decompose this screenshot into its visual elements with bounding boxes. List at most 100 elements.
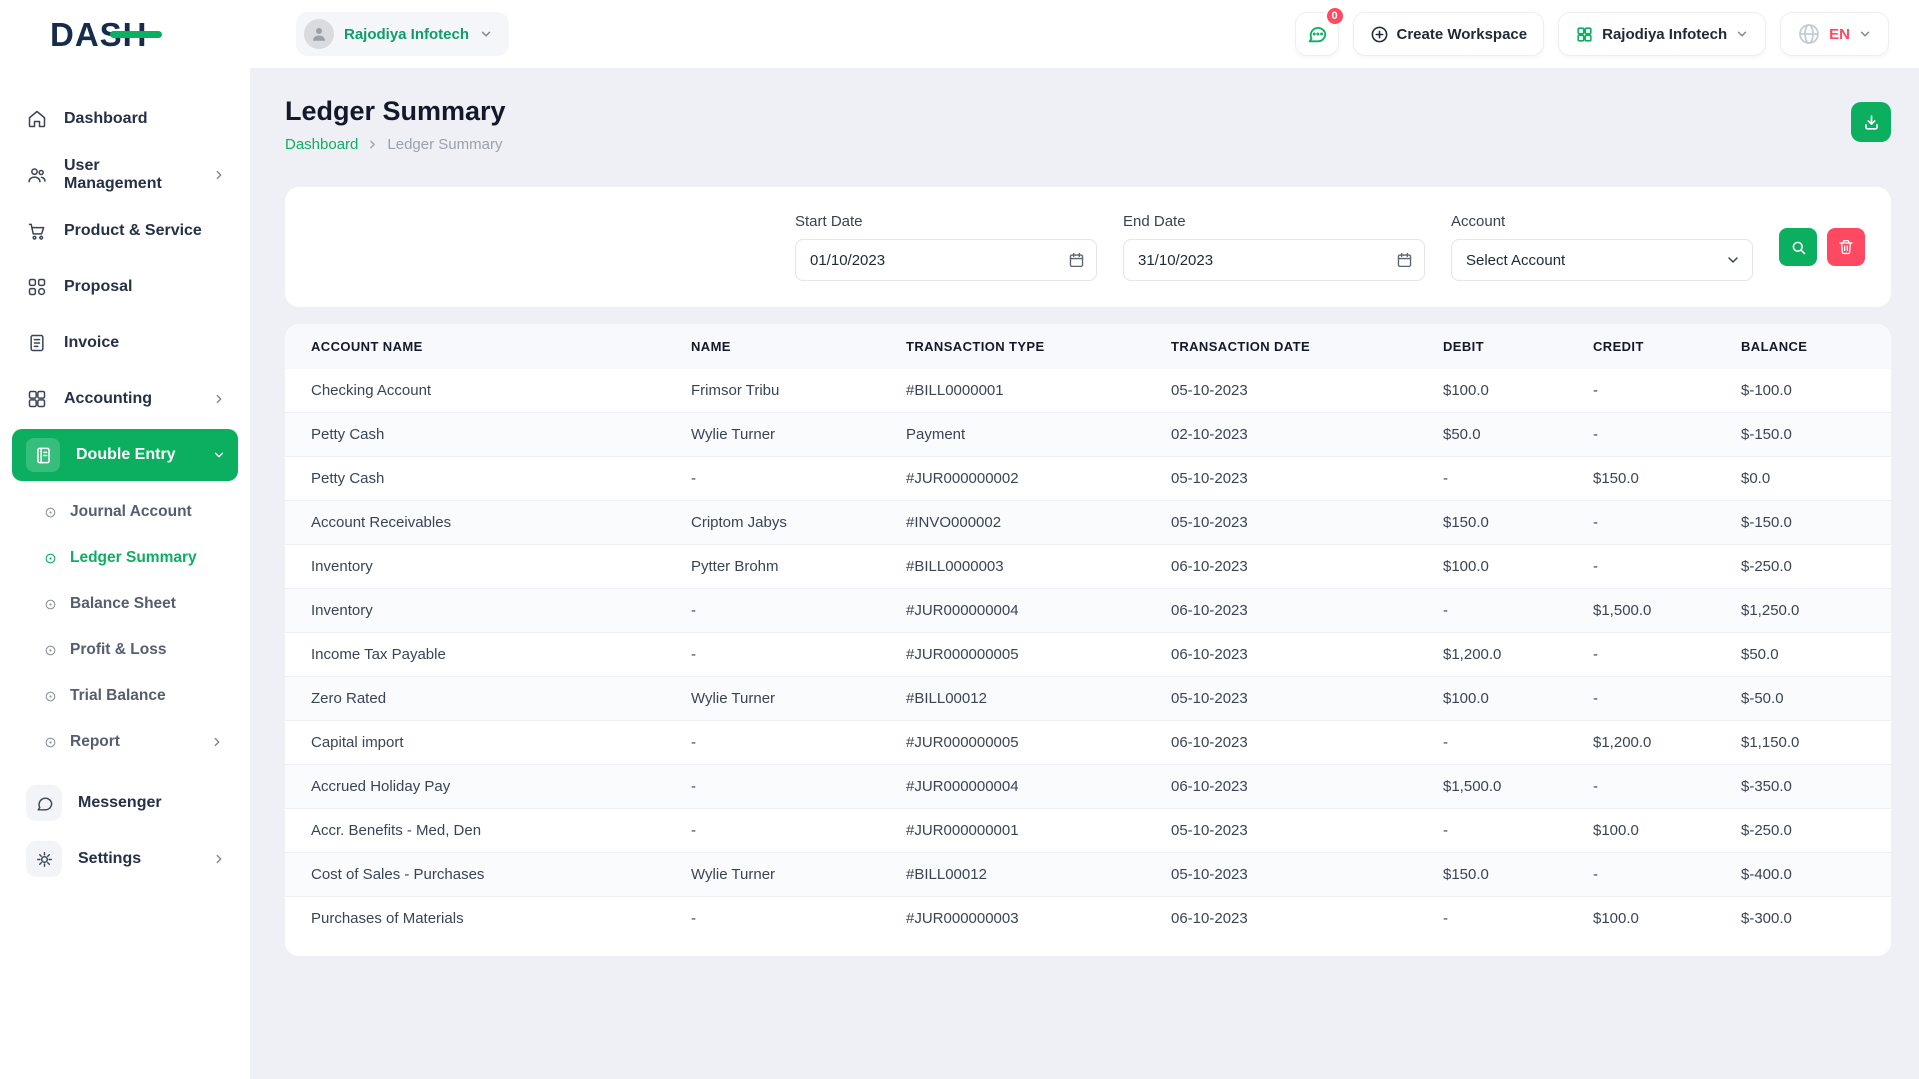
table-cell: $1,200.0 xyxy=(1577,721,1725,765)
table-cell: #JUR000000001 xyxy=(890,809,1155,853)
table-cell: $150.0 xyxy=(1427,853,1577,897)
sidebar-item-invoice[interactable]: Invoice xyxy=(12,317,238,369)
search-button[interactable] xyxy=(1779,228,1817,266)
breadcrumb-dashboard-link[interactable]: Dashboard xyxy=(285,136,358,153)
table-cell: $100.0 xyxy=(1427,677,1577,721)
table-cell: Account Receivables xyxy=(285,501,675,545)
bullet-circle-icon xyxy=(44,736,57,749)
table-cell: 06-10-2023 xyxy=(1155,633,1427,677)
table-cell: - xyxy=(1577,501,1725,545)
workspace-avatar xyxy=(304,19,334,49)
logo-wrap: DASH xyxy=(0,18,250,51)
dash-logo[interactable]: DASH xyxy=(50,18,148,51)
bullet-circle-icon xyxy=(44,506,57,519)
table-cell: - xyxy=(1577,677,1725,721)
table-cell: #BILL0000003 xyxy=(890,545,1155,589)
sidebar-subitem-profit-loss[interactable]: Profit & Loss xyxy=(12,627,238,673)
table-cell: - xyxy=(1577,545,1725,589)
ledger-table-head: ACCOUNT NAMENAMETRANSACTION TYPETRANSACT… xyxy=(285,324,1891,369)
chevron-down-icon xyxy=(212,448,226,462)
table-cell: #INVO000002 xyxy=(890,501,1155,545)
table-cell: 05-10-2023 xyxy=(1155,369,1427,413)
workspace-selector[interactable]: Rajodiya Infotech xyxy=(296,12,509,56)
sidebar-subitem-balance-sheet[interactable]: Balance Sheet xyxy=(12,581,238,627)
sidebar-subitem-trial-balance[interactable]: Trial Balance xyxy=(12,673,238,719)
table-row: Cost of Sales - PurchasesWylie Turner#BI… xyxy=(285,853,1891,897)
table-row: Purchases of Materials-#JUR00000000306-1… xyxy=(285,897,1891,941)
sidebar-item-settings[interactable]: Settings xyxy=(12,833,238,885)
sidebar-subitem-ledger-summary[interactable]: Ledger Summary xyxy=(12,535,238,581)
bullet-circle-icon xyxy=(44,552,57,565)
double-entry-submenu: Journal Account Ledger Summary Balance S… xyxy=(12,485,238,767)
start-date-input[interactable] xyxy=(795,239,1097,281)
table-cell: Cost of Sales - Purchases xyxy=(285,853,675,897)
language-label: EN xyxy=(1829,26,1850,43)
table-cell: $-300.0 xyxy=(1725,897,1891,941)
table-cell: $1,200.0 xyxy=(1427,633,1577,677)
language-selector[interactable]: EN xyxy=(1780,12,1889,56)
table-cell: $150.0 xyxy=(1427,501,1577,545)
chevron-right-icon xyxy=(212,168,226,182)
download-button[interactable] xyxy=(1851,102,1891,142)
start-date-label: Start Date xyxy=(795,213,1097,230)
table-cell: #JUR000000004 xyxy=(890,589,1155,633)
sidebar-item-label: Invoice xyxy=(64,334,119,352)
messenger-button[interactable]: 0 xyxy=(1295,12,1339,56)
table-cell: Pytter Brohm xyxy=(675,545,890,589)
table-row: Capital import-#JUR00000000506-10-2023-$… xyxy=(285,721,1891,765)
table-cell: $-250.0 xyxy=(1725,545,1891,589)
table-row: Account ReceivablesCriptom Jabys#INVO000… xyxy=(285,501,1891,545)
sidebar-item-label: Settings xyxy=(78,850,141,868)
sidebar-item-label: Dashboard xyxy=(64,110,148,128)
plus-circle-icon xyxy=(1370,25,1389,44)
ledger-table: ACCOUNT NAMENAMETRANSACTION TYPETRANSACT… xyxy=(285,324,1891,940)
table-cell: Income Tax Payable xyxy=(285,633,675,677)
filter-card: Start Date End Date Account Select A xyxy=(285,187,1891,307)
category-icon xyxy=(26,276,48,298)
table-cell: - xyxy=(1427,589,1577,633)
topbar: DASH Rajodiya Infotech 0 Create Works xyxy=(0,0,1919,68)
table-cell: #BILL00012 xyxy=(890,677,1155,721)
table-cell: $1,150.0 xyxy=(1725,721,1891,765)
account-select-value: Select Account xyxy=(1466,252,1565,269)
home-icon xyxy=(26,108,48,130)
trash-icon xyxy=(1838,239,1854,255)
chevron-down-icon xyxy=(1858,27,1872,41)
sidebar-item-product-service[interactable]: Product & Service xyxy=(12,205,238,257)
sidebar-subitem-report[interactable]: Report xyxy=(12,719,238,765)
sidebar-item-user-management[interactable]: User Management xyxy=(12,149,238,201)
table-cell: $-100.0 xyxy=(1725,369,1891,413)
table-cell: $-400.0 xyxy=(1725,853,1891,897)
table-cell: 05-10-2023 xyxy=(1155,853,1427,897)
main-content: Ledger Summary Dashboard Ledger Summary … xyxy=(250,68,1919,1079)
sidebar-item-proposal[interactable]: Proposal xyxy=(12,261,238,313)
sidebar-item-accounting[interactable]: Accounting xyxy=(12,373,238,425)
company-menu-button[interactable]: Rajodiya Infotech xyxy=(1558,12,1766,56)
create-workspace-button[interactable]: Create Workspace xyxy=(1353,12,1545,56)
sidebar-item-label: Double Entry xyxy=(76,446,176,464)
account-select[interactable]: Select Account xyxy=(1451,239,1753,281)
table-cell: 06-10-2023 xyxy=(1155,589,1427,633)
header-row: ACCOUNT NAMENAMETRANSACTION TYPETRANSACT… xyxy=(285,324,1891,369)
end-date-input[interactable] xyxy=(1123,239,1425,281)
table-cell: - xyxy=(675,765,890,809)
table-row: Income Tax Payable-#JUR00000000506-10-20… xyxy=(285,633,1891,677)
table-cell: #JUR000000005 xyxy=(890,721,1155,765)
table-cell: $100.0 xyxy=(1577,809,1725,853)
sidebar-item-messenger[interactable]: Messenger xyxy=(12,777,238,829)
sidebar-item-double-entry[interactable]: Double Entry xyxy=(12,429,238,481)
table-cell: Petty Cash xyxy=(285,457,675,501)
shopping-cart-icon xyxy=(26,220,48,242)
sidebar-subitem-journal-account[interactable]: Journal Account xyxy=(12,489,238,535)
table-cell: - xyxy=(1577,413,1725,457)
table-row: Inventory-#JUR00000000406-10-2023-$1,500… xyxy=(285,589,1891,633)
breadcrumb-current: Ledger Summary xyxy=(387,136,502,153)
table-cell: Wylie Turner xyxy=(675,677,890,721)
table-cell: - xyxy=(675,589,890,633)
sidebar-item-dashboard[interactable]: Dashboard xyxy=(12,93,238,145)
table-cell: Purchases of Materials xyxy=(285,897,675,941)
table-cell: $-250.0 xyxy=(1725,809,1891,853)
chevron-right-icon xyxy=(366,138,379,151)
sidebar-subitem-label: Trial Balance xyxy=(70,687,166,705)
reset-filter-button[interactable] xyxy=(1827,228,1865,266)
